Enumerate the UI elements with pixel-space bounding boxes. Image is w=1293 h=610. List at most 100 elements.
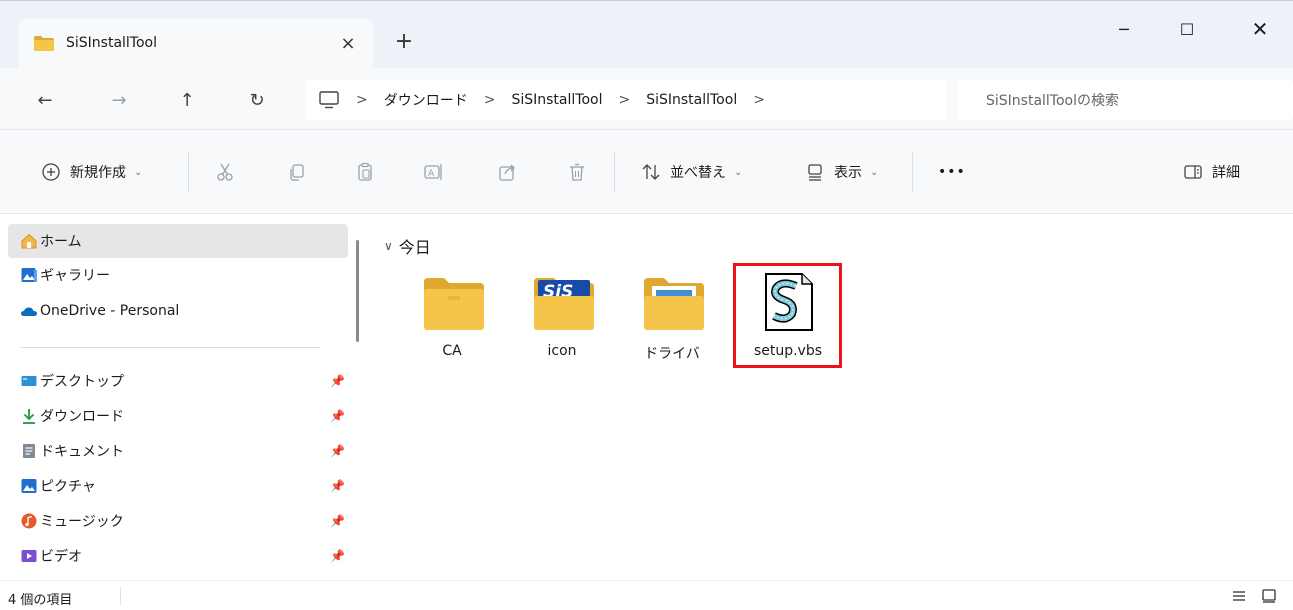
breadcrumb-item-sisinstalltool[interactable]: SiSInstallTool	[511, 92, 602, 108]
breadcrumb-separator[interactable]: >	[484, 92, 496, 108]
rename-icon: A	[424, 164, 442, 180]
svg-text:A: A	[428, 169, 435, 179]
sort-label: 並べ替え	[670, 165, 726, 181]
rename-button[interactable]: A	[422, 160, 444, 184]
sidebar-item-gallery[interactable]: ギャラリー	[8, 258, 348, 292]
divider	[188, 152, 189, 192]
copy-icon	[290, 164, 304, 181]
documents-icon	[23, 444, 35, 458]
sidebar-item-label: ビデオ	[40, 549, 82, 565]
sidebar-item-label: ダウンロード	[40, 409, 124, 425]
refresh-button[interactable]: ↻	[242, 85, 272, 115]
file-item-driver[interactable]: ドライバ	[620, 264, 724, 368]
breadcrumb[interactable]: > ダウンロード > SiSInstallTool > SiSInstallTo…	[306, 80, 946, 120]
folder-icon	[34, 36, 54, 51]
divider	[614, 152, 615, 192]
details-pane-icon	[1184, 165, 1202, 179]
navigation-pane: ホーム ギャラリー OneDrive - Personal デスクトップ 📌 ダ…	[0, 214, 360, 580]
sidebar-item-home[interactable]: ホーム	[8, 224, 348, 258]
sidebar-item-label: ドキュメント	[40, 444, 124, 460]
details-pane-button[interactable]: 詳細	[1182, 160, 1240, 184]
music-icon	[21, 513, 37, 529]
home-icon	[21, 233, 37, 249]
share-icon	[499, 164, 515, 181]
sort-icon	[642, 164, 660, 180]
sidebar-item-videos[interactable]: ビデオ 📌	[8, 539, 348, 573]
new-tab-button[interactable]: +	[392, 29, 416, 54]
list-view-icon	[1233, 591, 1245, 601]
view-button[interactable]: 表示 ⌄	[804, 160, 878, 184]
breadcrumb-item-sisinstalltool-current[interactable]: SiSInstallTool	[646, 92, 737, 108]
breadcrumb-separator[interactable]: >	[356, 92, 368, 108]
details-label: 詳細	[1212, 165, 1240, 181]
pin-icon[interactable]: 📌	[330, 444, 345, 458]
pin-icon[interactable]: 📌	[330, 549, 345, 563]
search-input[interactable]: SiSInstallToolの検索	[958, 80, 1293, 120]
sidebar-item-label: ホーム	[40, 234, 82, 250]
status-divider	[120, 587, 121, 605]
pin-icon[interactable]: 📌	[330, 514, 345, 528]
sidebar-scrollbar[interactable]	[356, 240, 359, 342]
sidebar-item-label: ミュージック	[40, 514, 124, 530]
address-bar: ← → ↑ ↻ > ダウンロード > SiSInstallTool > SiSI…	[0, 68, 1293, 130]
large-icons-view-button[interactable]	[1258, 585, 1280, 607]
sidebar-item-onedrive[interactable]: OneDrive - Personal	[8, 294, 348, 328]
forward-button[interactable]: →	[104, 85, 134, 115]
pin-icon[interactable]: 📌	[330, 479, 345, 493]
sidebar-item-label: デスクトップ	[40, 374, 124, 390]
share-button[interactable]	[496, 160, 518, 184]
new-label: 新規作成	[70, 165, 126, 181]
chevron-down-icon: ⌄	[734, 166, 743, 178]
maximize-button[interactable]: ☐	[1163, 11, 1211, 47]
pin-icon[interactable]: 📌	[330, 409, 345, 423]
video-icon	[21, 550, 37, 562]
file-item-icon[interactable]: SiS icon	[510, 264, 614, 368]
file-name: ドライバ	[644, 346, 700, 362]
tiles-view-icon	[1262, 589, 1276, 603]
desktop-icon	[21, 376, 37, 386]
file-item-ca[interactable]: CA	[400, 264, 504, 368]
item-count: 4 個の項目	[8, 593, 73, 608]
sidebar-item-downloads[interactable]: ダウンロード 📌	[8, 399, 348, 433]
minimize-button[interactable]: ─	[1100, 11, 1148, 47]
search-placeholder: SiSInstallToolの検索	[986, 93, 1119, 109]
view-label: 表示	[834, 165, 862, 181]
paste-button[interactable]	[354, 160, 376, 184]
more-options-button[interactable]: •••	[938, 160, 966, 184]
sidebar-item-music[interactable]: ミュージック 📌	[8, 504, 348, 538]
tab-close-button[interactable]: ×	[334, 29, 362, 57]
sidebar-item-label: ピクチャ	[40, 479, 96, 495]
sidebar-item-label: OneDrive - Personal	[40, 303, 180, 319]
file-name: icon	[547, 343, 577, 359]
pc-icon[interactable]	[318, 91, 340, 109]
close-window-button[interactable]: ✕	[1236, 11, 1284, 47]
breadcrumb-separator[interactable]: >	[753, 92, 765, 108]
copy-button[interactable]	[286, 160, 308, 184]
divider	[912, 152, 913, 192]
up-button[interactable]: ↑	[172, 85, 202, 115]
sidebar-item-documents[interactable]: ドキュメント 📌	[8, 434, 348, 468]
breadcrumb-item-downloads[interactable]: ダウンロード	[384, 90, 468, 110]
status-bar: 4 個の項目	[0, 580, 1293, 610]
tab-sisinstalltool[interactable]: SiSInstallTool ×	[18, 19, 373, 69]
view-icon	[808, 164, 822, 181]
details-view-button[interactable]	[1228, 585, 1250, 607]
sidebar-item-desktop[interactable]: デスクトップ 📌	[8, 364, 348, 398]
sort-button[interactable]: 並べ替え ⌄	[640, 160, 742, 184]
delete-button[interactable]	[566, 160, 588, 184]
folder-document-icon	[644, 278, 704, 330]
breadcrumb-separator[interactable]: >	[618, 92, 630, 108]
chevron-down-icon: ⌄	[870, 166, 879, 178]
onedrive-icon	[21, 307, 37, 316]
plus-circle-icon	[42, 163, 60, 181]
back-button[interactable]: ←	[30, 85, 60, 115]
command-bar: 新規作成 ⌄ A 並べ替え ⌄ 表示 ⌄ ••• 詳細	[0, 130, 1293, 214]
pin-icon[interactable]: 📌	[330, 374, 345, 388]
cut-button[interactable]	[214, 160, 236, 184]
chevron-down-icon: ∨	[384, 239, 393, 253]
new-button[interactable]: 新規作成 ⌄	[40, 160, 142, 184]
tab-title: SiSInstallTool	[66, 35, 157, 51]
sidebar-item-pictures[interactable]: ピクチャ 📌	[8, 469, 348, 503]
pictures-icon	[21, 479, 37, 493]
group-header-today[interactable]: ∨ 今日	[384, 234, 431, 258]
